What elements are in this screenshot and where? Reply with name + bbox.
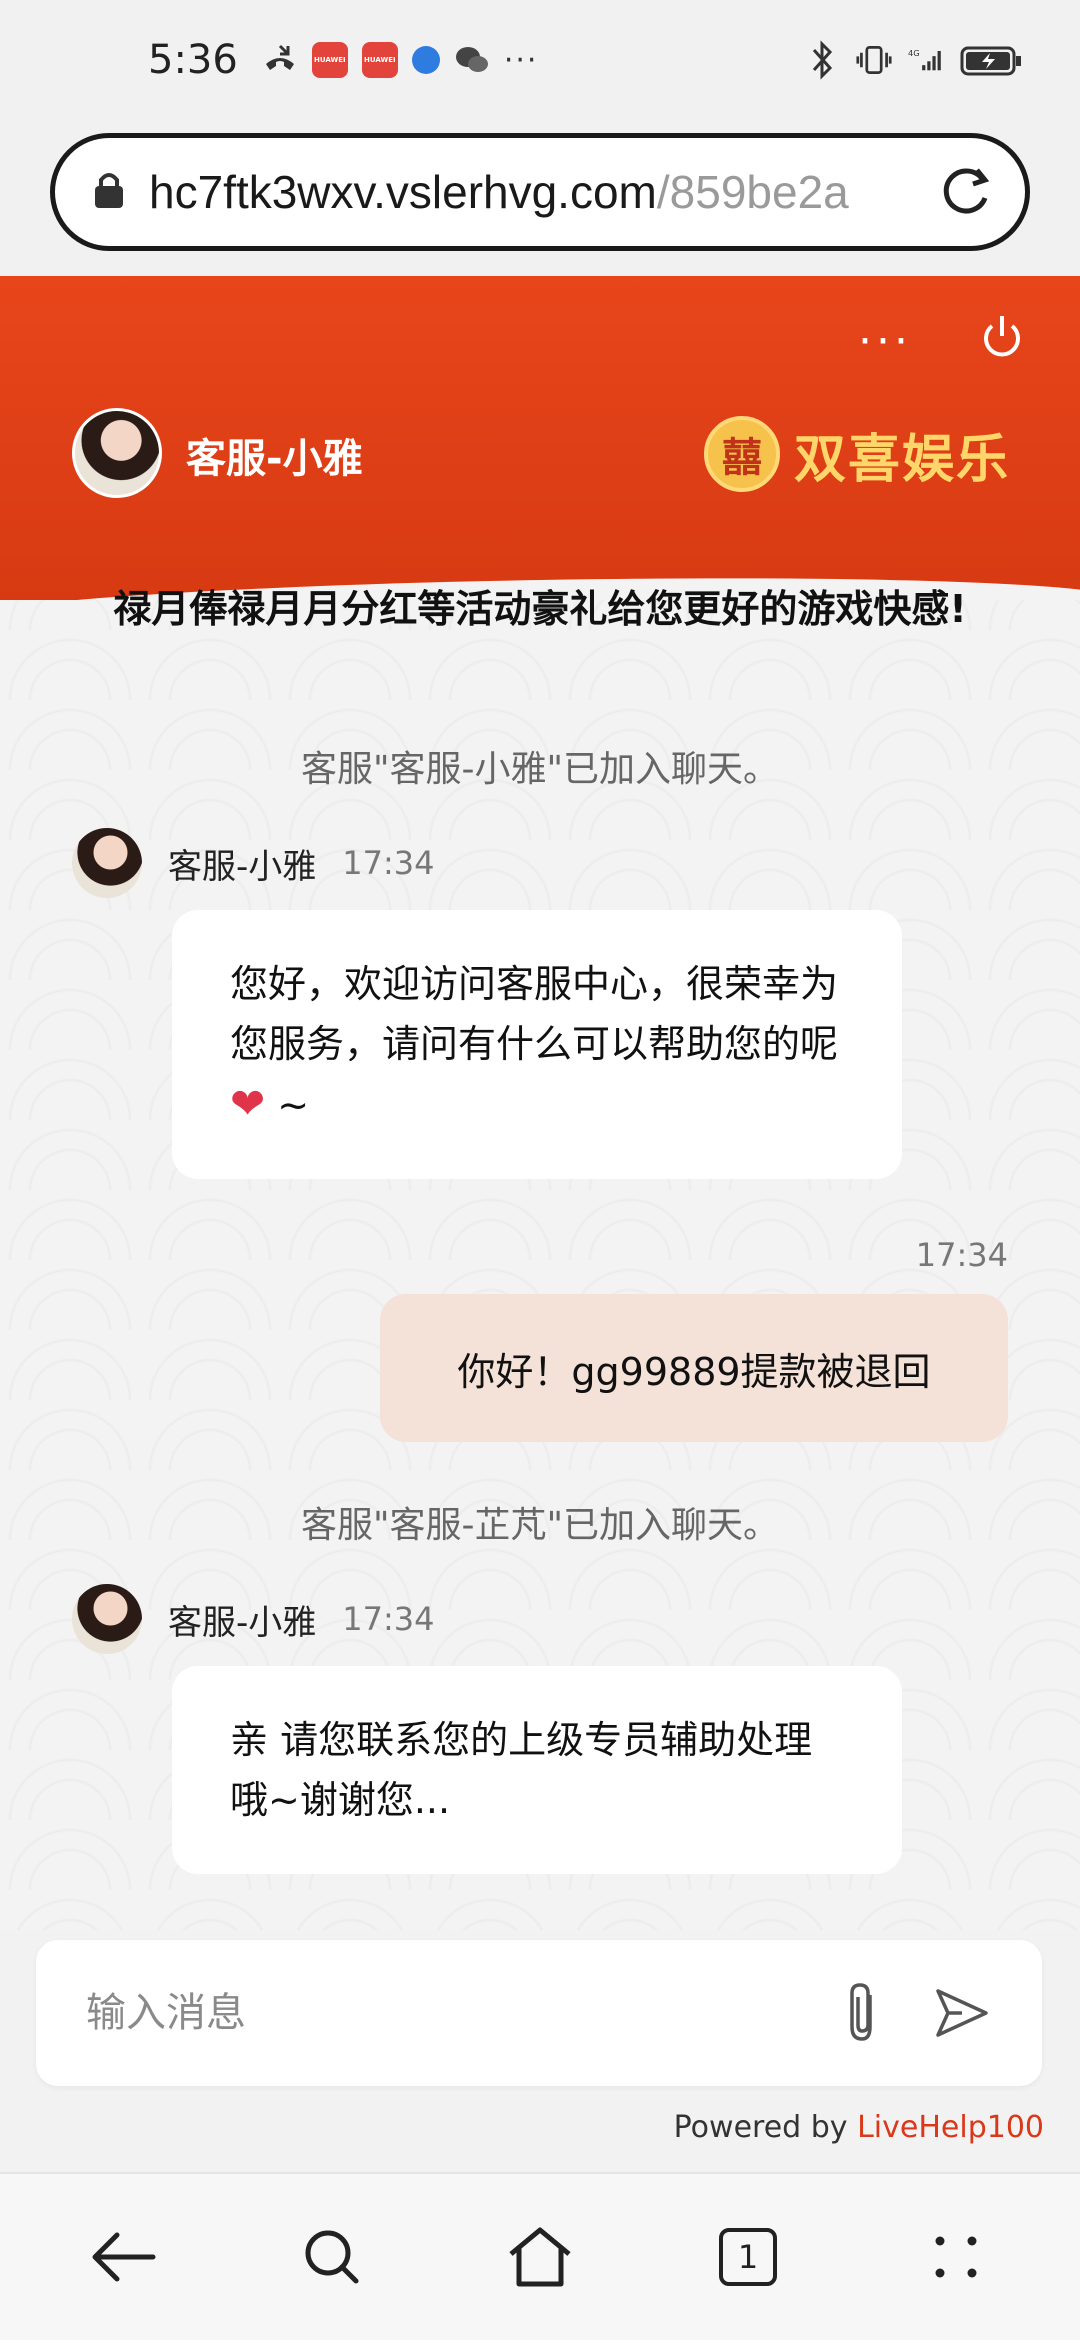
reload-icon[interactable] (933, 158, 997, 226)
menu-dots-icon[interactable] (911, 2212, 1001, 2302)
sender-name-2: 客服-小雅 (168, 1602, 317, 1643)
signal-icon: 4G (908, 42, 944, 78)
agent-avatar-small-2 (72, 1584, 142, 1654)
more-options-icon[interactable]: ··· (858, 316, 912, 367)
outgoing-time: 17:34 (915, 1236, 1008, 1274)
browser-toolbar: hc7ftk3wxv.vslerhvg.com/859be2a (0, 120, 1080, 276)
livehelp-link[interactable]: LiveHelp100 (857, 2110, 1044, 2145)
wechat-icon (454, 42, 490, 78)
missed-call-icon (262, 42, 298, 78)
browser-bottom-nav: 1 (0, 2172, 1080, 2340)
heart-emoji: ❤ (230, 1079, 266, 1128)
agent-name: 客服-小雅 (186, 436, 363, 482)
search-icon[interactable] (287, 2212, 377, 2302)
incoming-message-2: 亲 请您联系您的上级专员辅助处理哦~谢谢您... (172, 1666, 902, 1874)
address-bar[interactable]: hc7ftk3wxv.vslerhvg.com/859be2a (50, 133, 1030, 251)
message-meta-2: 客服-小雅 17:34 (72, 1584, 435, 1654)
message-input-bar (36, 1940, 1042, 2086)
message-suffix: ~ (265, 1083, 310, 1127)
system-join-message: 客服"客服-小雅"已加入聊天。 (300, 749, 780, 790)
browser-app-icon (411, 46, 440, 74)
huawei-app-icon: HUAWEI (311, 42, 348, 78)
brand-logo: 囍 双喜娱乐 (703, 416, 1010, 492)
bluetooth-icon (804, 40, 840, 80)
svg-text:4G: 4G (908, 48, 920, 58)
message-time: 17:34 (342, 844, 435, 882)
huawei-app-icon-2: HUAWEI (361, 42, 398, 78)
url-path: /859be2a (656, 166, 849, 218)
incoming-message: 您好，欢迎访问客服中心，很荣幸为您服务，请问有什么可以帮助您的呢 ❤ ~ (172, 910, 902, 1179)
promo-text: 禄月俸禄月月分红等活动豪礼给您更好的游戏快感! (113, 587, 967, 631)
send-icon[interactable] (932, 1983, 992, 2043)
vibrate-icon (856, 42, 892, 78)
status-left: 5:36 HUAWEI HUAWEI ··· (148, 37, 538, 83)
powered-prefix: Powered by (673, 2110, 858, 2145)
message-meta: 客服-小雅 17:34 (72, 828, 435, 898)
system-join-message-2: 客服"客服-芷芃"已加入聊天。 (300, 1505, 780, 1546)
message-text-2: 亲 请您联系您的上级专员辅助处理哦~谢谢您... (230, 1718, 813, 1822)
power-icon[interactable] (976, 312, 1028, 364)
agent-avatar-small (72, 828, 142, 898)
battery-charging-icon (960, 42, 1024, 78)
status-time: 5:36 (148, 37, 238, 83)
status-right: 4G (804, 40, 1024, 80)
more-notifications-icon: ··· (503, 42, 539, 78)
message-input[interactable] (86, 1990, 792, 2036)
sender-name: 客服-小雅 (168, 846, 317, 887)
tab-count: 1 (719, 2228, 777, 2286)
brand-name: 双喜娱乐 (793, 429, 1010, 490)
url-domain: hc7ftk3wxv.vslerhvg.com (149, 166, 657, 218)
brand-emblem: 囍 (703, 416, 780, 492)
outgoing-message: 你好！gg99889提款被退回 (380, 1294, 1008, 1442)
message-text: 您好，欢迎访问客服中心，很荣幸为您服务，请问有什么可以帮助您的呢 (230, 962, 839, 1066)
chat-header: ··· 客服-小雅 囍 双喜娱乐 (0, 276, 1080, 600)
attachment-icon[interactable] (832, 1983, 892, 2043)
home-icon[interactable] (495, 2212, 585, 2302)
back-arrow-icon[interactable] (79, 2212, 169, 2302)
message-time-2: 17:34 (342, 1600, 435, 1638)
powered-by: Powered by LiveHelp100 (674, 2110, 1044, 2145)
agent-avatar (72, 408, 162, 498)
url-text[interactable]: hc7ftk3wxv.vslerhvg.com/859be2a (149, 165, 933, 219)
outgoing-text: 你好！gg99889提款被退回 (457, 1349, 931, 1394)
status-bar: 5:36 HUAWEI HUAWEI ··· 4G (0, 0, 1080, 120)
lock-icon (91, 168, 127, 216)
tabs-button[interactable]: 1 (703, 2212, 793, 2302)
